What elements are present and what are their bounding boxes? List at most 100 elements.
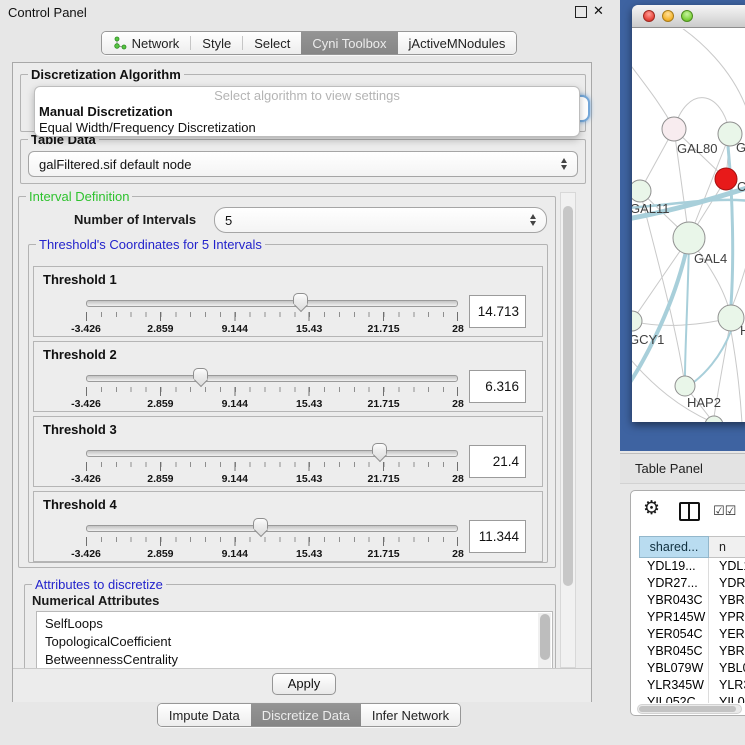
node-label: GA: [736, 140, 745, 155]
close-icon[interactable]: ✕: [593, 3, 604, 19]
tick-label: 28: [452, 548, 464, 560]
table-row[interactable]: YIL052CYIL0: [639, 694, 745, 703]
threshold-value-field[interactable]: 14.713: [469, 295, 526, 328]
node-bottom-partial[interactable]: [705, 416, 723, 422]
slider-track[interactable]: [86, 375, 458, 382]
minimize-traffic-light-icon[interactable]: [662, 10, 674, 22]
tab-label: Discretize Data: [262, 708, 350, 723]
option-manual-discretization[interactable]: Manual Discretization: [35, 104, 579, 120]
right-column: GAL80 GA C GAL11 GAL4 GCY1 H HAP2 Table …: [620, 0, 745, 745]
panel-title: Control Panel: [8, 5, 87, 20]
top-tab-group: Network Style Select Cyni Toolbox jActiv…: [101, 31, 518, 55]
dropdown-hint: Select algorithm to view settings: [35, 88, 579, 104]
node-label: H: [740, 323, 745, 338]
tab-discretize-data[interactable]: Discretize Data: [251, 704, 361, 726]
tick-label: -3.426: [71, 548, 101, 560]
float-window-icon[interactable]: [575, 6, 587, 18]
node-gal4[interactable]: [673, 222, 705, 254]
table-row[interactable]: YBL079WYBL0: [639, 660, 745, 677]
threshold-value-field[interactable]: 21.4: [469, 445, 526, 478]
tab-select[interactable]: Select: [243, 32, 301, 54]
threshold-value-field[interactable]: 6.316: [469, 370, 526, 403]
slider-thumb[interactable]: [253, 518, 268, 529]
tick-label: -3.426: [71, 473, 101, 485]
tab-network[interactable]: Network: [102, 32, 191, 54]
list-item[interactable]: TopologicalCoefficient: [37, 633, 552, 651]
tab-label: Select: [254, 36, 290, 51]
node-gal80[interactable]: [662, 117, 686, 141]
tab-label: Cyni Toolbox: [312, 36, 386, 51]
tab-cyni-toolbox[interactable]: Cyni Toolbox: [301, 32, 397, 54]
panel-vertical-scrollbar[interactable]: [560, 192, 576, 668]
threshold-label: Threshold 1: [43, 272, 117, 287]
tick-label: 15.43: [296, 398, 322, 410]
select-columns-icon[interactable]: ☑☑: [713, 503, 736, 519]
threshold-3-panel: Threshold 3 -3.426 2.859 9.144 15.43 21.…: [33, 416, 543, 487]
slider-ticks: [86, 312, 458, 322]
threshold-value-field[interactable]: 11.344: [469, 520, 526, 553]
tick-label: -3.426: [71, 323, 101, 335]
numerical-attributes-list[interactable]: SelfLoops TopologicalCoefficient Between…: [36, 611, 553, 673]
threshold-3-slider[interactable]: -3.426 2.859 9.144 15.43 21.715 28: [86, 441, 458, 487]
close-traffic-light-icon[interactable]: [643, 10, 655, 22]
network-window[interactable]: GAL80 GA C GAL11 GAL4 GCY1 H HAP2: [632, 5, 745, 422]
tab-label: Network: [132, 36, 180, 51]
table-horizontal-scrollbar[interactable]: [637, 704, 742, 714]
scrollbar-thumb[interactable]: [639, 706, 736, 712]
slider-thumb[interactable]: [372, 443, 387, 454]
apply-button[interactable]: Apply: [272, 673, 336, 695]
tab-infer-network[interactable]: Infer Network: [361, 704, 460, 726]
table-row[interactable]: YDL19...YDL1: [639, 558, 745, 575]
numerical-attributes-label: Numerical Attributes: [32, 593, 159, 608]
gear-icon[interactable]: ⚙: [643, 498, 660, 520]
table-data-combobox[interactable]: galFiltered.sif default node: [28, 151, 578, 177]
node-gcy1[interactable]: [632, 311, 642, 331]
slider-ticks: [86, 387, 458, 397]
table-row[interactable]: YBR043CYBR0: [639, 592, 745, 609]
table-row[interactable]: YDR27...YDR2: [639, 575, 745, 592]
node-gal11[interactable]: [632, 180, 651, 202]
tab-style[interactable]: Style: [191, 32, 242, 54]
slider-track[interactable]: [86, 450, 458, 457]
column-header-shared[interactable]: shared...: [639, 536, 709, 558]
table-row[interactable]: YPR145WYPR1: [639, 609, 745, 626]
attributes-legend: Attributes to discretize: [32, 577, 166, 592]
tab-label: Infer Network: [372, 708, 449, 723]
node-selected-red[interactable]: [715, 168, 737, 190]
node-label: GAL4: [694, 251, 727, 266]
column-header-name[interactable]: n: [709, 536, 745, 558]
tab-jactivemnodules[interactable]: jActiveMNodules: [398, 32, 517, 54]
tick-label: 9.144: [222, 323, 248, 335]
table-row[interactable]: YLR345WYLR3: [639, 677, 745, 694]
network-window-titlebar[interactable]: [632, 5, 745, 28]
threshold-label: Threshold 4: [43, 497, 117, 512]
threshold-1-slider[interactable]: -3.426 2.859 9.144 15.43 21.715 28: [86, 291, 458, 337]
tick-label: 21.715: [368, 548, 400, 560]
slider-track[interactable]: [86, 525, 458, 532]
threshold-2-slider[interactable]: -3.426 2.859 9.144 15.43 21.715 28: [86, 366, 458, 412]
threshold-label: Threshold 3: [43, 422, 117, 437]
tab-impute-data[interactable]: Impute Data: [158, 704, 251, 726]
slider-thumb[interactable]: [293, 293, 308, 304]
interval-definition-legend: Interval Definition: [26, 189, 132, 204]
top-tab-bar: Network Style Select Cyni Toolbox jActiv…: [0, 31, 618, 55]
slider-thumb[interactable]: [193, 368, 208, 379]
zoom-traffic-light-icon[interactable]: [681, 10, 693, 22]
list-scrollbar[interactable]: [538, 613, 551, 671]
node-hap2[interactable]: [675, 376, 695, 396]
table-row[interactable]: YER054CYER0: [639, 626, 745, 643]
scrollbar-thumb[interactable]: [540, 614, 550, 660]
tab-label: Style: [202, 36, 231, 51]
option-equal-width-frequency[interactable]: Equal Width/Frequency Discretization: [35, 120, 579, 136]
list-item[interactable]: SelfLoops: [37, 615, 552, 633]
threshold-4-slider[interactable]: -3.426 2.859 9.144 15.43 21.715 28: [86, 516, 458, 562]
table-row[interactable]: YBR045CYBR0: [639, 643, 745, 660]
tick-label: 28: [452, 323, 464, 335]
network-canvas[interactable]: GAL80 GA C GAL11 GAL4 GCY1 H HAP2: [632, 29, 745, 422]
table-body: YDL19...YDL1 YDR27...YDR2 YBR043CYBR0 YP…: [639, 558, 745, 703]
number-of-intervals-combobox[interactable]: 5: [214, 207, 547, 233]
split-pane-icon[interactable]: [679, 502, 700, 521]
list-item[interactable]: BetweennessCentrality: [37, 651, 552, 669]
scrollbar-thumb[interactable]: [563, 206, 573, 586]
slider-track[interactable]: [86, 300, 458, 307]
